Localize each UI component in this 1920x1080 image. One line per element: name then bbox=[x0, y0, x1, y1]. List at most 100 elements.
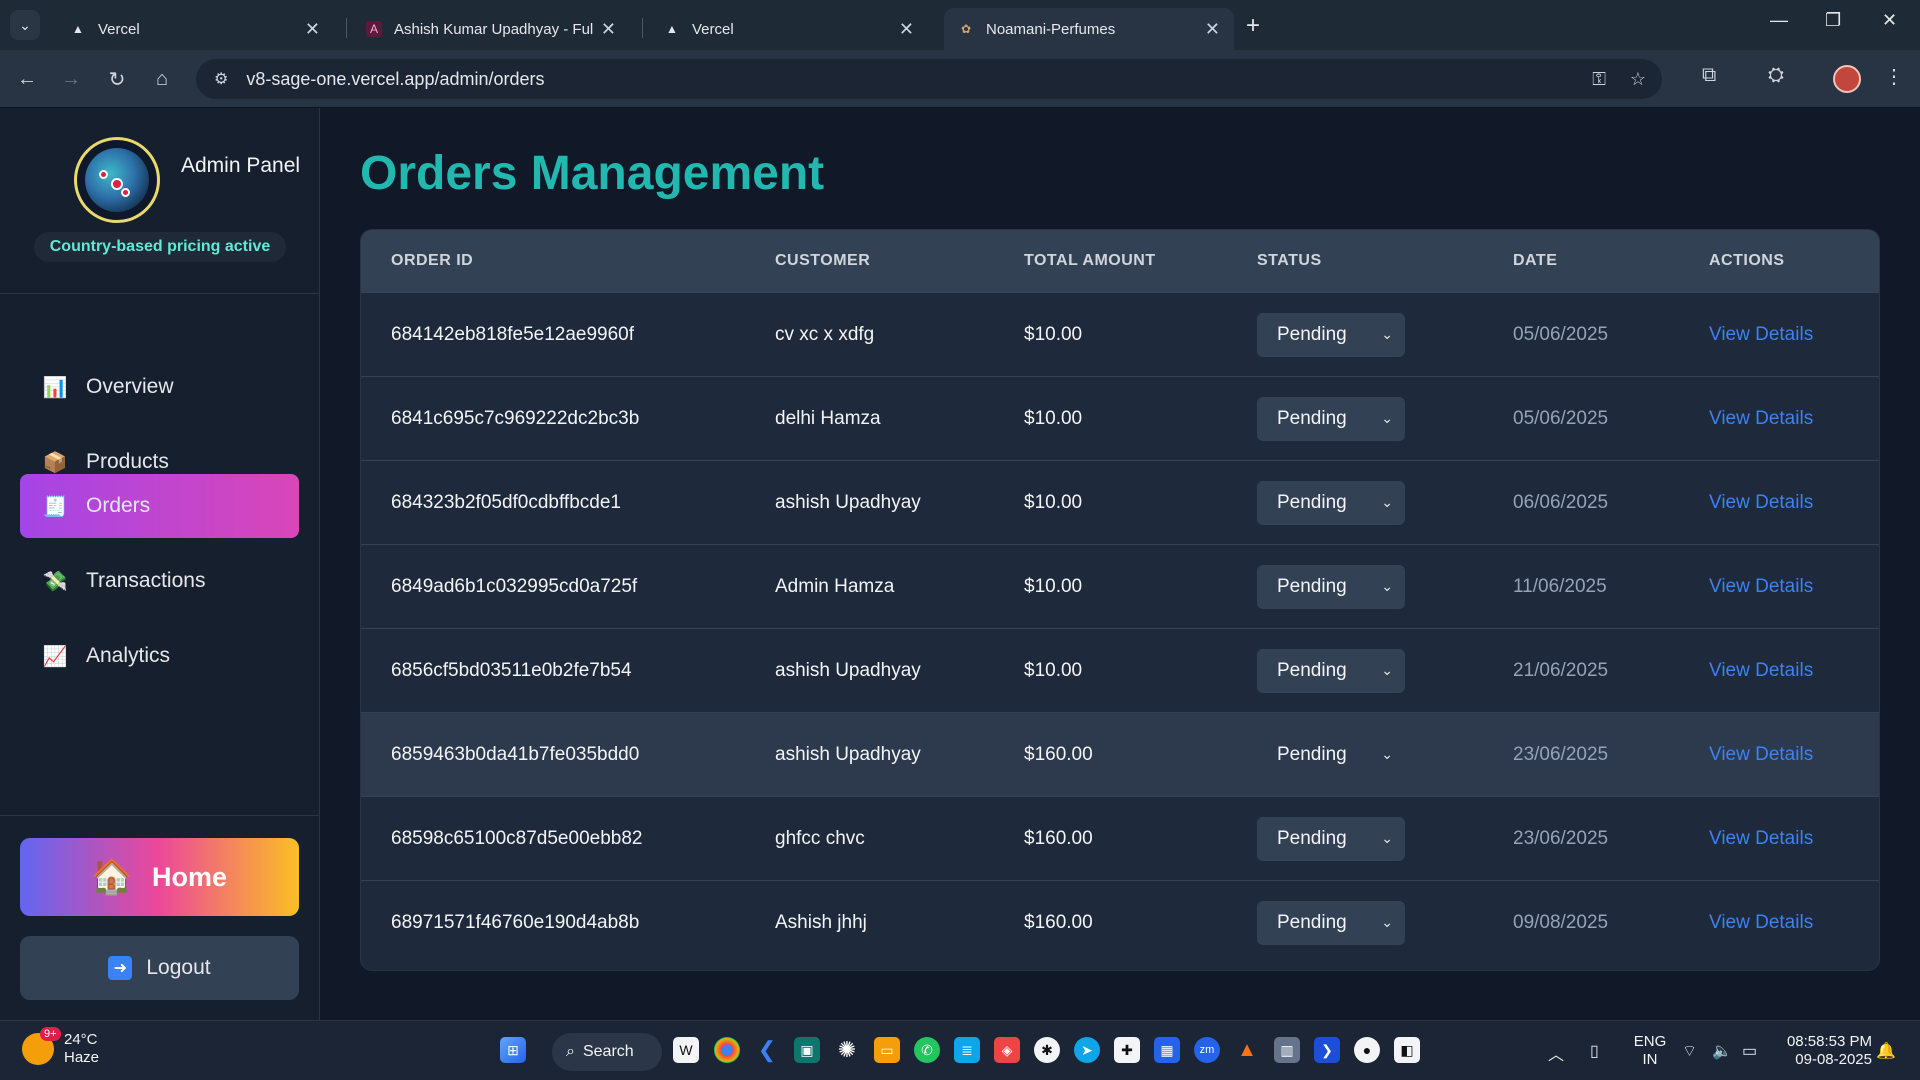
chevron-down-icon: ⌄ bbox=[1381, 914, 1393, 930]
view-details-link[interactable]: View Details bbox=[1709, 492, 1813, 514]
clock[interactable]: 08:58:53 PM 09-08-2025 bbox=[1776, 1033, 1872, 1069]
store-app-icon[interactable]: ▦ bbox=[1154, 1037, 1180, 1063]
status-value: Pending bbox=[1277, 660, 1347, 681]
restore-icon[interactable]: ❐ bbox=[1825, 10, 1841, 31]
customer-cell: ashish Upadhyay bbox=[775, 491, 921, 513]
sidebar-item-label: Analytics bbox=[86, 644, 171, 667]
view-details-link[interactable]: View Details bbox=[1709, 408, 1813, 430]
chrome-app-icon[interactable] bbox=[714, 1037, 740, 1063]
password-key-icon[interactable]: ⚿ bbox=[1592, 69, 1606, 90]
incognito-icon[interactable]: ⛭ bbox=[1768, 64, 1784, 87]
home-icon[interactable]: ⌂ bbox=[147, 64, 177, 94]
view-details-link[interactable]: View Details bbox=[1709, 576, 1813, 598]
sidebar-item-overview[interactable]: 📊 Overview bbox=[20, 355, 299, 419]
customer-cell: Admin Hamza bbox=[775, 575, 895, 597]
view-details-link[interactable]: View Details bbox=[1709, 324, 1813, 346]
tab-title: Noamani-Perfumes bbox=[986, 20, 1116, 38]
column-header-date: DATE bbox=[1513, 252, 1558, 269]
logout-button[interactable]: ➜ Logout bbox=[20, 936, 299, 1000]
extensions-icon[interactable]: ⧉ bbox=[1702, 64, 1716, 87]
taskbar-search[interactable]: ⌕ Search bbox=[552, 1033, 662, 1071]
more-menu-icon[interactable]: ⋮ bbox=[1884, 64, 1904, 89]
new-tab-button[interactable]: + bbox=[1246, 12, 1260, 40]
order-id-cell: 6841c695c7c969222dc2bc3b bbox=[391, 407, 640, 429]
chatgpt-app-icon[interactable]: ✺ bbox=[834, 1037, 860, 1063]
admin-sidebar: Admin Panel Country-based pricing active… bbox=[0, 108, 320, 1020]
chevron-up-icon[interactable]: ︿ bbox=[1548, 1041, 1564, 1065]
notepad-app-icon[interactable]: ≣ bbox=[954, 1037, 980, 1063]
telegram-app-icon[interactable]: ➤ bbox=[1074, 1037, 1100, 1063]
status-dropdown[interactable]: Pending ⌄ bbox=[1257, 565, 1405, 609]
wifi-icon[interactable]: ⌔ bbox=[1682, 1041, 1697, 1061]
windows-start-icon[interactable]: ⊞ bbox=[500, 1037, 526, 1063]
capcut-app-icon[interactable]: W bbox=[673, 1037, 699, 1063]
tab-search-button[interactable]: ⌄ bbox=[10, 10, 40, 40]
close-icon[interactable]: ✕ bbox=[601, 19, 616, 40]
close-icon[interactable]: ✕ bbox=[305, 19, 320, 40]
browser-tab[interactable]: A Ashish Kumar Upadhyay - Full S ✕ bbox=[352, 8, 630, 50]
site-settings-icon[interactable]: ⚙ bbox=[214, 69, 228, 89]
app-icon[interactable]: ✚ bbox=[1114, 1037, 1140, 1063]
brave-app-icon[interactable]: ◈ bbox=[994, 1037, 1020, 1063]
url-text[interactable]: v8-sage-one.vercel.app/admin/orders bbox=[246, 69, 544, 90]
back-icon[interactable]: ← bbox=[12, 64, 42, 94]
sidebar-item-transactions[interactable]: 💸 Transactions bbox=[20, 549, 299, 613]
status-dropdown[interactable]: Pending ⌄ bbox=[1257, 481, 1405, 525]
slack-app-icon[interactable]: ✱ bbox=[1034, 1037, 1060, 1063]
whatsapp-app-icon[interactable]: ✆ bbox=[914, 1037, 940, 1063]
forward-icon[interactable]: → bbox=[56, 64, 86, 94]
status-dropdown[interactable]: Pending ⌄ bbox=[1257, 649, 1405, 693]
profile-avatar[interactable] bbox=[1833, 65, 1861, 93]
column-header-order-id: ORDER ID bbox=[391, 252, 474, 269]
browser-tab-active[interactable]: ✿ Noamani-Perfumes ✕ bbox=[944, 8, 1234, 50]
reload-icon[interactable]: ↻ bbox=[102, 64, 132, 94]
weather-desc: Haze bbox=[64, 1049, 100, 1066]
battery-icon[interactable]: ▭ bbox=[1742, 1041, 1757, 1061]
app-icon[interactable]: ◧ bbox=[1394, 1037, 1420, 1063]
sidebar-item-label: Products bbox=[86, 450, 169, 473]
view-details-link[interactable]: View Details bbox=[1709, 660, 1813, 682]
logout-label: Logout bbox=[146, 956, 211, 979]
table-row: 68598c65100c87d5e00ebb82 ghfcc chvc $160… bbox=[361, 796, 1879, 880]
file-explorer-icon[interactable]: ▭ bbox=[874, 1037, 900, 1063]
app-icon[interactable]: ● bbox=[1354, 1037, 1380, 1063]
browser-tab[interactable]: ▲ Vercel ✕ bbox=[56, 8, 334, 50]
browser-tab[interactable]: ▲ Vercel ✕ bbox=[650, 8, 928, 50]
close-icon[interactable]: ✕ bbox=[1205, 19, 1220, 40]
status-dropdown[interactable]: Pending ⌄ bbox=[1257, 313, 1405, 357]
vscode-app-icon[interactable]: ❮ bbox=[754, 1037, 780, 1063]
terminal-app-icon[interactable]: ▣ bbox=[794, 1037, 820, 1063]
order-id-cell: 684142eb818fe5e12ae9960f bbox=[391, 323, 635, 345]
window-close-icon[interactable]: ✕ bbox=[1882, 10, 1897, 31]
sidebar-item-analytics[interactable]: 📈 Analytics bbox=[20, 624, 299, 688]
volume-icon[interactable]: 🔈 bbox=[1712, 1041, 1732, 1061]
view-details-link[interactable]: View Details bbox=[1709, 744, 1813, 766]
powershell-app-icon[interactable]: ❯ bbox=[1314, 1037, 1340, 1063]
url-bar[interactable]: ⚙ v8-sage-one.vercel.app/admin/orders ⚿ … bbox=[196, 59, 1662, 99]
status-dropdown[interactable]: Pending ⌄ bbox=[1257, 733, 1405, 777]
status-value: Pending bbox=[1277, 492, 1347, 513]
weather-widget[interactable]: 9+ 24°C Haze bbox=[22, 1027, 100, 1067]
zoom-app-icon[interactable]: zm bbox=[1194, 1037, 1220, 1063]
status-dropdown[interactable]: Pending ⌄ bbox=[1257, 901, 1405, 945]
chevron-down-icon: ⌄ bbox=[1381, 830, 1393, 846]
home-button[interactable]: 🏠 Home bbox=[20, 838, 299, 916]
view-details-link[interactable]: View Details bbox=[1709, 828, 1813, 850]
bookmark-star-icon[interactable]: ☆ bbox=[1630, 69, 1646, 90]
table-row: 68971571f46760e190d4ab8b Ashish jhhj $16… bbox=[361, 880, 1879, 964]
status-value: Pending bbox=[1277, 576, 1347, 597]
vlc-app-icon[interactable]: ▲ bbox=[1234, 1037, 1260, 1063]
recycle-app-icon[interactable]: ▥ bbox=[1274, 1037, 1300, 1063]
notification-bell-icon[interactable]: 🔔 bbox=[1876, 1041, 1896, 1061]
view-details-link[interactable]: View Details bbox=[1709, 912, 1813, 934]
sidebar-item-orders[interactable]: 🧾 Orders bbox=[20, 474, 299, 538]
language-indicator[interactable]: ENG IN bbox=[1630, 1033, 1670, 1069]
customer-cell: cv xc x xdfg bbox=[775, 323, 875, 345]
customer-cell: ghfcc chvc bbox=[775, 827, 865, 849]
status-dropdown[interactable]: Pending ⌄ bbox=[1257, 397, 1405, 441]
close-icon[interactable]: ✕ bbox=[899, 19, 914, 40]
status-dropdown[interactable]: Pending ⌄ bbox=[1257, 817, 1405, 861]
usb-icon[interactable]: ▯ bbox=[1590, 1041, 1599, 1061]
minimize-icon[interactable]: — bbox=[1770, 10, 1788, 31]
chevron-down-icon: ⌄ bbox=[1381, 494, 1393, 510]
